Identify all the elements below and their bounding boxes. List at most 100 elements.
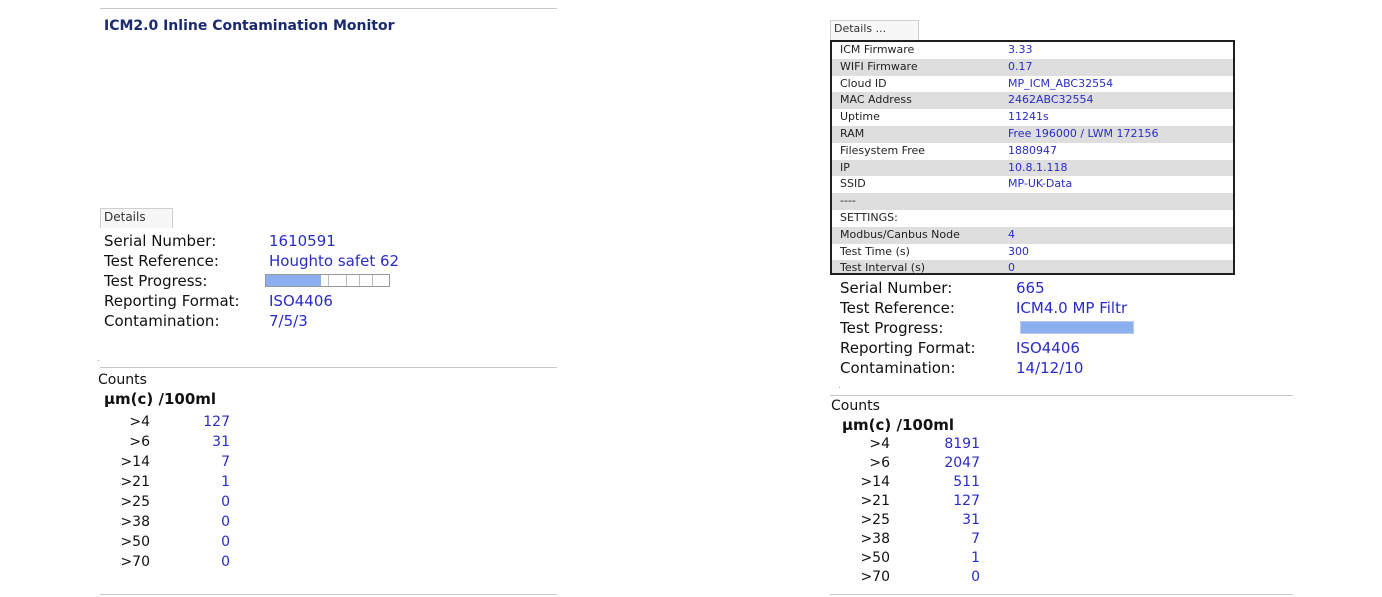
details-value: 3.33 [1008,43,1033,56]
details-key: Cloud ID [840,76,887,90]
details-key: ---- [840,194,856,208]
details-row: ---- [832,193,1233,210]
progress-segment [372,275,373,286]
counts-header: µm(c) /100ml [842,416,955,434]
contamination-value: 14/12/10 [1016,359,1084,377]
details-row: WIFI Firmware 0.17 [832,58,1233,76]
serial-number-label: Serial Number: [104,232,217,250]
particle-size: >14 [860,474,890,490]
progress-segment [346,275,347,286]
right-monitor-panel: Details ... ICM Firmware 3.33 WIFI Firmwa… [830,0,1300,597]
particle-count: 511 [953,474,980,490]
particle-size: >21 [120,474,150,490]
details-key: RAM [840,126,865,140]
test-reference-row: Test Reference: Houghto safet 62 [104,251,544,271]
reporting-format-row: Reporting Format: ISO4406 [104,291,544,311]
top-divider [100,8,557,9]
left-monitor-panel: ICM2.0 Inline Contamination Monitor Deta… [97,0,557,597]
progress-fill [1021,322,1133,333]
serial-number-row: Serial Number: 665 [840,278,1260,298]
reporting-format-row: Reporting Format: ISO4406 [840,338,1260,358]
details-key: Uptime [840,110,880,124]
particle-count: 127 [203,414,230,430]
details-row: RAM Free 196000 / LWM 172156 [832,125,1233,143]
details-value: 2462ABC32554 [1008,93,1094,107]
particle-count: 7 [971,531,980,547]
contamination-label: Contamination: [104,312,220,330]
particle-size: >21 [860,493,890,509]
bottom-divider [830,594,1293,595]
details-value: 0.17 [1008,59,1033,73]
test-progress-bar [1020,321,1134,334]
particle-size: >6 [129,434,150,450]
page-title: ICM2.0 Inline Contamination Monitor [104,18,395,34]
contamination-row: Contamination: 14/12/10 [840,358,1260,378]
reporting-format-label: Reporting Format: [840,339,976,357]
details-value: 10.8.1.118 [1008,160,1068,174]
details-row: IP 10.8.1.118 [832,159,1233,177]
separator-dot: . [97,353,101,364]
particle-size: >4 [129,414,150,430]
counts-title: Counts [831,398,880,414]
particle-size: >25 [860,512,890,528]
particle-count: 7 [221,454,230,470]
details-row: Test Time (s) 300 [832,244,1233,261]
particle-count: 31 [212,434,230,450]
details-key: MAC Address [840,93,912,107]
details-row: SSID MP-UK-Data [832,176,1233,193]
particle-size: >50 [860,550,890,566]
serial-number-value: 1610591 [269,232,336,250]
bottom-divider [100,594,557,595]
contamination-label: Contamination: [840,359,956,377]
test-reference-label: Test Reference: [104,252,219,270]
details-value: 4 [1008,227,1015,241]
details-value: MP_ICM_ABC32554 [1008,76,1114,90]
particle-size: >14 [120,454,150,470]
test-reference-row: Test Reference: ICM4.0 MP Filtr [840,298,1260,318]
particle-count: 0 [221,494,230,510]
test-progress-bar [265,274,390,287]
details-value: 11241s [1008,110,1049,124]
particle-size: >25 [120,494,150,510]
details-row: Modbus/Canbus Node 4 [832,226,1233,244]
test-info: Serial Number: 1610591 Test Reference: H… [104,231,544,331]
particle-count: 31 [962,512,980,528]
test-info: Serial Number: 665 Test Reference: ICM4.… [840,278,1260,378]
details-table: ICM Firmware 3.33 WIFI Firmware 0.17 Cloud… [830,40,1235,275]
serial-number-row: Serial Number: 1610591 [104,231,544,251]
counts-divider [100,367,557,368]
details-row: Filesystem Free 1880947 [832,143,1233,160]
separator-dot: . [838,380,842,391]
details-value: 0 [1008,261,1015,275]
details-key: Modbus/Canbus Node [840,227,960,241]
serial-number-value: 665 [1016,279,1045,297]
progress-segment [359,275,360,286]
reporting-format-label: Reporting Format: [104,292,240,310]
details-row: Uptime 11241s [832,109,1233,126]
details-button[interactable]: Details [100,208,173,228]
particle-count: 0 [221,534,230,550]
details-key: IP [840,160,850,174]
particle-count: 2047 [944,455,980,471]
details-value: MP-UK-Data [1008,177,1073,191]
particle-size: >50 [120,534,150,550]
particle-count: 1 [971,550,980,566]
test-reference-label: Test Reference: [840,299,955,317]
particle-count: 127 [953,493,980,509]
details-key: WIFI Firmware [840,59,918,73]
particle-count: 0 [221,554,230,570]
details-row: ICM Firmware 3.33 [832,42,1233,59]
details-row: Cloud ID MP_ICM_ABC32554 [832,76,1233,93]
details-key: Filesystem Free [840,143,926,157]
test-progress-label: Test Progress: [104,272,208,290]
reporting-format-value: ISO4406 [269,292,333,310]
details-value: 300 [1008,244,1029,258]
particle-count: 1 [221,474,230,490]
details-key: Test Time (s) [840,244,910,258]
particle-size: >4 [869,436,890,452]
contamination-value: 7/5/3 [269,312,308,330]
test-reference-value: Houghto safet 62 [269,252,400,270]
particle-count: 0 [221,514,230,530]
details-button[interactable]: Details ... [830,20,919,40]
details-row: SETTINGS: [832,210,1233,227]
